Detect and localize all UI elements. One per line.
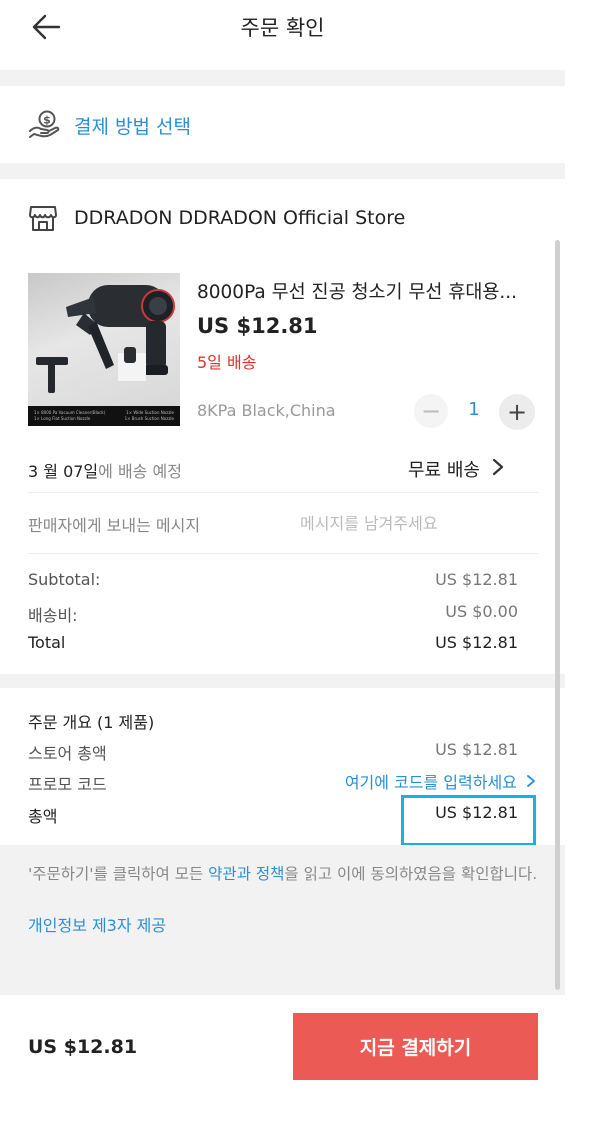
terms-text: '주문하기'를 클릭하여 모든 약관과 정책을 읽고 이에 동의하였음을 확인합… <box>28 865 538 883</box>
seller-message-label: 판매자에게 보내는 메시지 <box>28 516 201 535</box>
total-label: Total <box>28 633 66 652</box>
store-icon <box>29 206 57 231</box>
shipping-option-label: 무료 배송 <box>408 460 480 481</box>
product-title[interactable]: 8000Pa 무선 진공 청소기 무선 휴대용... <box>197 278 542 304</box>
payment-method-label: 결제 방법 선택 <box>74 115 191 138</box>
quantity-value: 1 <box>468 399 480 420</box>
seller-message-input[interactable] <box>300 508 530 538</box>
grand-total-highlight <box>401 795 536 846</box>
product-variant[interactable]: 8KPa Black,China <box>197 401 336 420</box>
store-total-value: US $12.81 <box>435 740 518 759</box>
terms-policy-link[interactable]: 약관과 정책 <box>208 865 284 883</box>
shipping-fee-value: US $0.00 <box>445 602 518 621</box>
chevron-right-icon <box>527 775 535 787</box>
svg-text:$: $ <box>43 114 51 127</box>
divider <box>28 553 538 554</box>
quantity-decrease-button[interactable]: − <box>414 394 448 428</box>
privacy-third-party-link[interactable]: 개인정보 제3자 제공 <box>28 912 166 936</box>
section-separator <box>0 70 565 86</box>
hand-coin-icon: $ <box>29 110 60 138</box>
plus-icon: + <box>506 398 528 426</box>
product-image[interactable]: 1× 8000 Pa Vacuum Cleaner(Black) 1× Wide … <box>28 273 180 426</box>
order-overview-title: 주문 개요 (1 제품) <box>28 713 155 732</box>
section-separator <box>0 674 565 688</box>
product-price: US $12.81 <box>197 314 318 338</box>
delivery-date: 3 월 07일 <box>28 462 99 481</box>
promo-code-link[interactable]: 여기에 코드를 입력하세요 <box>345 769 536 793</box>
bottom-total: US $12.81 <box>28 1036 138 1058</box>
vacuum-cleaner-icon <box>36 285 175 393</box>
minus-icon: − <box>420 397 442 425</box>
promo-code-label: 프로모 코드 <box>28 775 107 794</box>
grand-total-label: 총액 <box>28 807 58 826</box>
shipping-fee-label: 배송비: <box>28 606 78 625</box>
store-header: DDRADON DDRADON Official Store <box>28 198 405 238</box>
product-image-caption: 1× 8000 Pa Vacuum Cleaner(Black) 1× Wide … <box>28 406 180 426</box>
subtotal-label: Subtotal: <box>28 570 101 589</box>
delivery-estimate: 3 월 07일에 배송 예정 <box>28 458 182 482</box>
total-value: US $12.81 <box>435 633 518 652</box>
chevron-right-icon <box>492 457 504 481</box>
section-separator <box>0 163 565 179</box>
shipping-option[interactable]: 무료 배송 <box>408 456 504 482</box>
delivery-date-suffix: 에 배송 예정 <box>98 462 182 481</box>
store-total-label: 스토어 총액 <box>28 744 107 763</box>
quantity-increase-button[interactable]: + <box>499 394 535 430</box>
store-name: DDRADON DDRADON Official Store <box>74 207 406 229</box>
pay-now-button[interactable]: 지금 결제하기 <box>293 1013 538 1080</box>
page-title: 주문 확인 <box>240 16 325 40</box>
subtotal-value: US $12.81 <box>435 570 518 589</box>
promo-code-link-text: 여기에 코드를 입력하세요 <box>344 773 517 792</box>
scrollbar[interactable] <box>555 240 560 990</box>
divider <box>28 492 538 493</box>
payment-method-selector[interactable]: $ 결제 방법 선택 <box>28 106 191 144</box>
shipping-time: 5일 배송 <box>197 353 257 372</box>
